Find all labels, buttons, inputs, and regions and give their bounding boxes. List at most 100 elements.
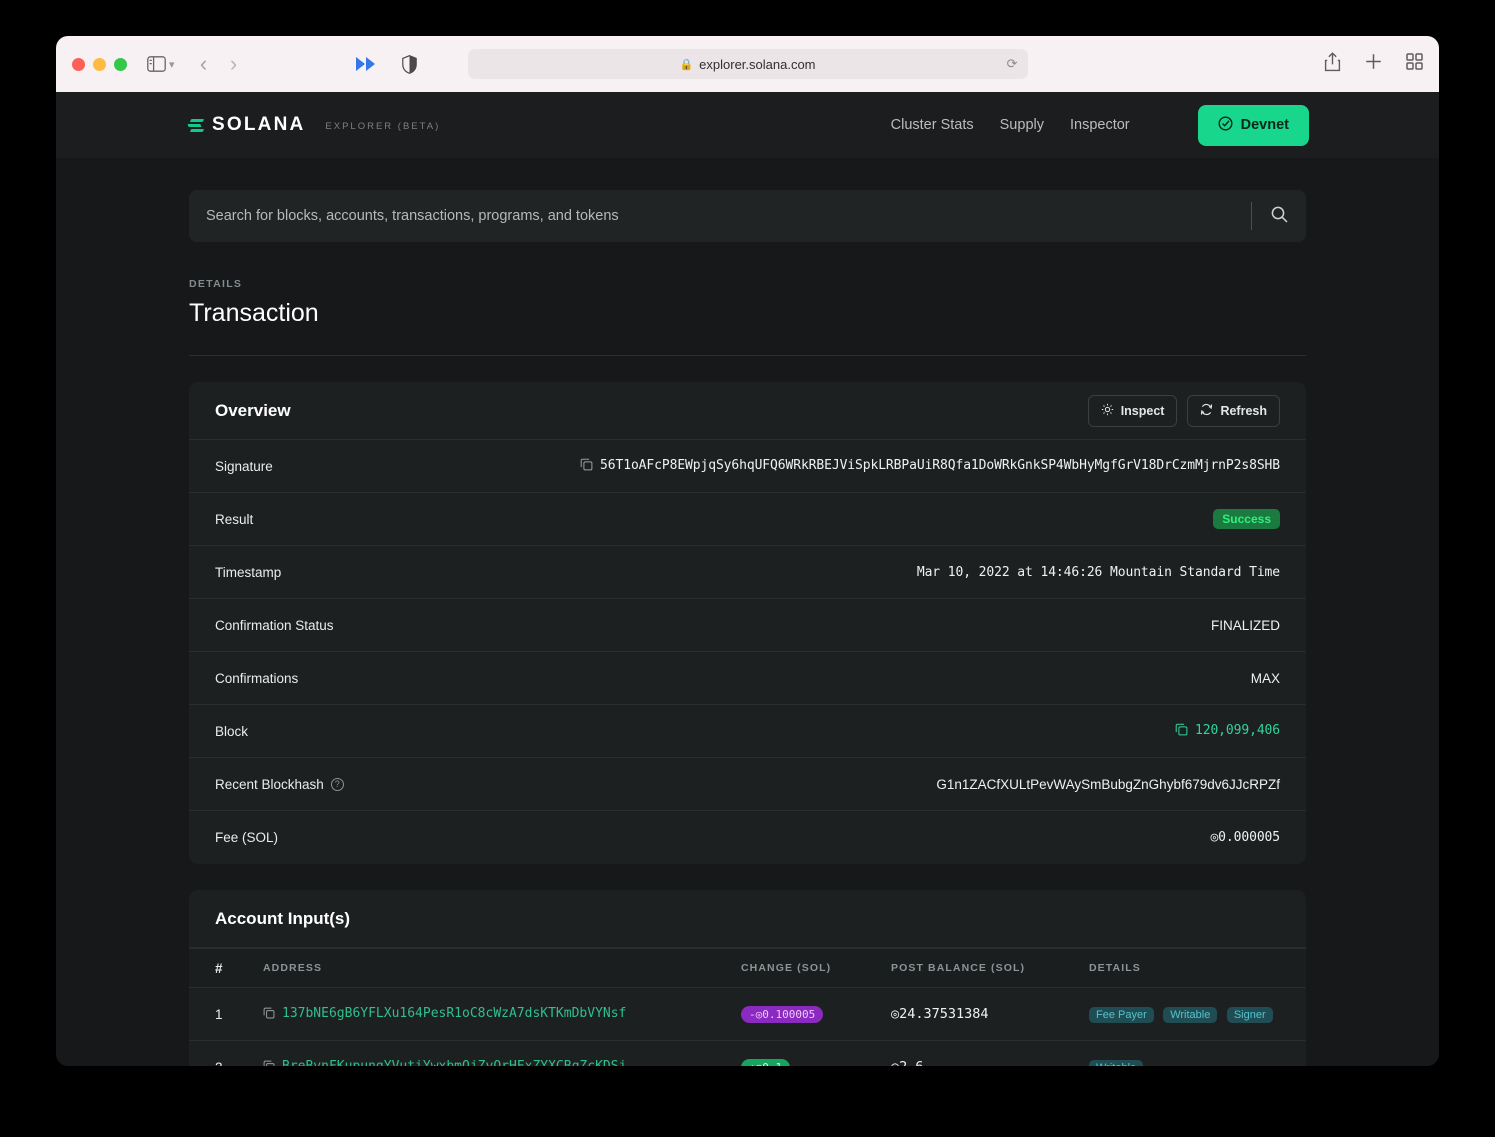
overview-row-timestamp: Timestamp Mar 10, 2022 at 14:46:26 Mount… bbox=[189, 546, 1306, 599]
browser-window: ▾ ‹ › 🔒 explorer.solana.com ⟳ SOLANA EXP… bbox=[56, 36, 1439, 1066]
copy-icon[interactable] bbox=[580, 458, 593, 475]
solana-logo[interactable]: SOLANA EXPLORER (BETA) bbox=[187, 114, 441, 136]
row-change-cell: -◎0.100005 bbox=[741, 1005, 891, 1023]
overview-row-signature: Signature 56T1oAFcP8EWpjqSy6hqUFQ6WRkRBE… bbox=[189, 440, 1306, 493]
balance-change-badge: +◎0.1 bbox=[741, 1059, 791, 1066]
account-address-link[interactable]: 137bNE6gB6YFLXu164PesR1oC8cWzA7dsKTKmDbV… bbox=[282, 1006, 626, 1021]
grid-icon[interactable] bbox=[1406, 53, 1423, 75]
signature-value-cell: 56T1oAFcP8EWpjqSy6hqUFQ6WRkRBEJViSpkLRBP… bbox=[580, 458, 1280, 475]
block-link[interactable]: 120,099,406 bbox=[1195, 723, 1280, 738]
column-header-number: # bbox=[215, 960, 224, 976]
nav-link-inspector[interactable]: Inspector bbox=[1070, 117, 1130, 133]
block-value-cell: 120,099,406 bbox=[1175, 723, 1280, 740]
column-header-address: ADDRESS bbox=[263, 962, 323, 974]
copy-icon[interactable] bbox=[263, 1059, 275, 1066]
cluster-selector-button[interactable]: Devnet bbox=[1197, 104, 1309, 146]
signature-label: Signature bbox=[215, 458, 273, 474]
row-change-cell: +◎0.1 bbox=[741, 1058, 891, 1066]
search-input[interactable] bbox=[206, 208, 1251, 224]
search-icon bbox=[1271, 206, 1288, 226]
search-bar[interactable] bbox=[189, 190, 1306, 242]
page-content: SOLANA EXPLORER (BETA) Cluster Stats Sup… bbox=[56, 92, 1439, 1066]
minimize-window-button[interactable] bbox=[93, 57, 106, 71]
tag-signer: Signer bbox=[1226, 1007, 1273, 1023]
overview-row-confirmations: Confirmations MAX bbox=[189, 652, 1306, 705]
account-address-link[interactable]: BreBvnFKupungYVutiYwxbmQjZyQrHFxZYXCBqZc… bbox=[282, 1059, 626, 1066]
confirmations-label: Confirmations bbox=[215, 670, 299, 686]
column-header-post-balance: POST BALANCE (SOL) bbox=[891, 962, 1026, 974]
overview-card-header: Overview Inspect Refresh bbox=[189, 382, 1306, 440]
site-navbar: SOLANA EXPLORER (BETA) Cluster Stats Sup… bbox=[56, 92, 1439, 158]
confirmations-value: MAX bbox=[1250, 670, 1280, 686]
chevron-down-icon[interactable]: ▾ bbox=[169, 58, 175, 71]
reload-icon[interactable]: ⟳ bbox=[1007, 56, 1018, 72]
share-icon[interactable] bbox=[1324, 51, 1341, 77]
confirmation-status-value: FINALIZED bbox=[1210, 617, 1280, 633]
refresh-label: Refresh bbox=[1220, 403, 1267, 418]
plus-icon[interactable] bbox=[1365, 53, 1382, 75]
copy-icon[interactable] bbox=[263, 1006, 275, 1024]
inspect-label: Inspect bbox=[1120, 403, 1165, 418]
help-circle-icon[interactable]: ? bbox=[330, 777, 344, 791]
tag-writable: Writable bbox=[1163, 1007, 1218, 1023]
breadcrumb: DETAILS bbox=[189, 278, 243, 290]
check-circle-icon bbox=[1218, 115, 1233, 135]
row-details-cell: Writable bbox=[1089, 1058, 1280, 1066]
tag-fee-payer: Fee Payer bbox=[1089, 1007, 1154, 1023]
maximize-window-button[interactable] bbox=[114, 57, 127, 71]
result-label: Result bbox=[215, 511, 254, 527]
overview-row-confirmation-status: Confirmation Status FINALIZED bbox=[189, 599, 1306, 652]
column-header-details: DETAILS bbox=[1089, 962, 1141, 974]
timestamp-value: Mar 10, 2022 at 14:46:26 Mountain Standa… bbox=[916, 564, 1280, 580]
brand-subtitle: EXPLORER (BETA) bbox=[325, 121, 441, 132]
row-address-cell: BreBvnFKupungYVutiYwxbmQjZyQrHFxZYXCBqZc… bbox=[263, 1057, 741, 1066]
lock-icon: 🔒 bbox=[679, 58, 694, 71]
address-bar[interactable]: 🔒 explorer.solana.com ⟳ bbox=[467, 49, 1028, 79]
window-controls bbox=[72, 57, 127, 71]
column-header-change: CHANGE (SOL) bbox=[741, 962, 832, 974]
row-number: 2 bbox=[215, 1060, 263, 1067]
overview-row-result: Result Success bbox=[189, 493, 1306, 546]
row-address-cell: 137bNE6gB6YFLXu164PesR1oC8cWzA7dsKTKmDbV… bbox=[263, 1004, 741, 1024]
result-value-cell: Success bbox=[1213, 509, 1280, 529]
shield-icon[interactable] bbox=[401, 54, 417, 74]
title-divider bbox=[189, 355, 1306, 356]
confirmation-status-label: Confirmation Status bbox=[215, 617, 334, 633]
account-inputs-card: Account Input(s) # ADDRESS CHANGE (SOL) … bbox=[189, 890, 1306, 1066]
refresh-button[interactable]: Refresh bbox=[1187, 394, 1280, 427]
close-window-button[interactable] bbox=[72, 57, 85, 71]
fee-label: Fee (SOL) bbox=[215, 830, 279, 845]
blockhash-value: G1n1ZACfXULtPevWAySmBubgZnGhybf679dv6JJc… bbox=[936, 776, 1280, 792]
row-details-cell: Fee Payer Writable Signer bbox=[1089, 1005, 1280, 1023]
reader-icon[interactable] bbox=[354, 55, 380, 73]
overview-row-fee: Fee (SOL) ◎0.000005 bbox=[189, 811, 1306, 864]
nav-links: Cluster Stats Supply Inspector Devnet bbox=[891, 104, 1309, 146]
overview-title: Overview bbox=[215, 400, 291, 420]
copy-icon[interactable] bbox=[1175, 723, 1188, 740]
blockhash-label-wrap: Recent Blockhash ? bbox=[215, 777, 344, 792]
table-header: # ADDRESS CHANGE (SOL) POST BALANCE (SOL… bbox=[189, 948, 1306, 988]
search-button[interactable] bbox=[1252, 190, 1306, 242]
nav-link-cluster-stats[interactable]: Cluster Stats bbox=[891, 117, 974, 133]
tag-writable: Writable bbox=[1089, 1060, 1144, 1066]
page-title: Transaction bbox=[189, 299, 319, 327]
row-post-balance: ◎2.6 bbox=[891, 1059, 1089, 1066]
row-post-balance: ◎24.37531384 bbox=[891, 1006, 989, 1022]
url-text: explorer.solana.com bbox=[699, 56, 816, 72]
overview-row-block: Block 120,099,406 bbox=[189, 705, 1306, 758]
nav-link-supply[interactable]: Supply bbox=[1000, 117, 1044, 133]
sidebar-icon[interactable] bbox=[145, 55, 167, 73]
browser-toolbar-right bbox=[1324, 51, 1423, 77]
main-content: DETAILS Transaction Overview bbox=[56, 190, 1439, 1066]
inspect-button[interactable]: Inspect bbox=[1087, 394, 1178, 427]
account-inputs-header: Account Input(s) bbox=[189, 890, 1306, 948]
browser-titlebar: ▾ ‹ › 🔒 explorer.solana.com ⟳ bbox=[56, 36, 1439, 92]
balance-change-badge: -◎0.100005 bbox=[741, 1006, 824, 1023]
block-label: Block bbox=[215, 723, 249, 739]
forward-button[interactable]: › bbox=[219, 51, 249, 77]
table-row: 2 BreBvnFKupungYVutiYwxbmQjZyQrHFxZYXCBq… bbox=[189, 1041, 1306, 1066]
back-button[interactable]: ‹ bbox=[189, 51, 219, 77]
status-badge: Success bbox=[1213, 509, 1280, 529]
row-number: 1 bbox=[215, 1006, 223, 1022]
signature-value: 56T1oAFcP8EWpjqSy6hqUFQ6WRkRBEJViSpkLRBP… bbox=[600, 457, 1280, 473]
